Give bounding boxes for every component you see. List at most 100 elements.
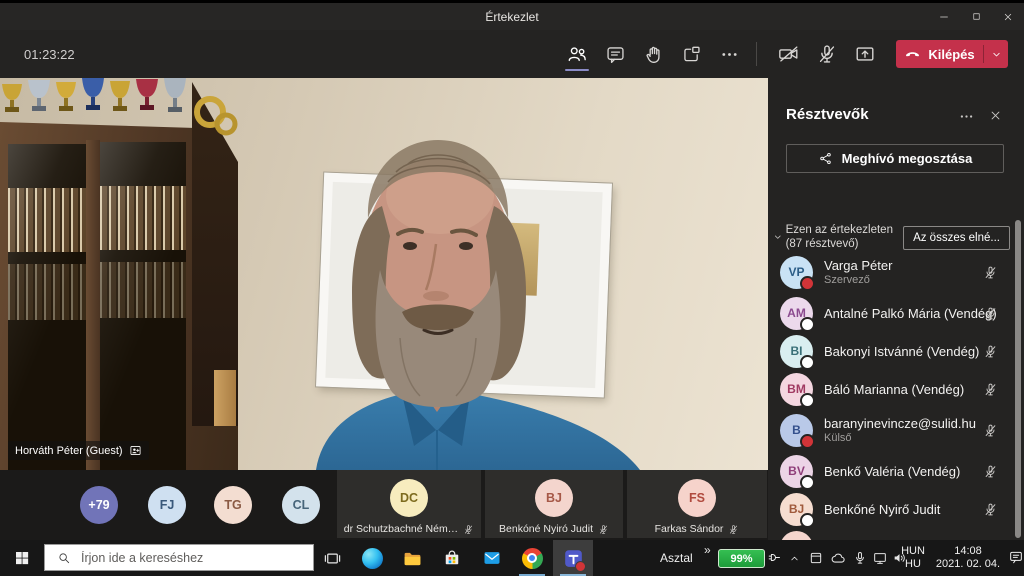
mail-icon [482,548,502,568]
clock[interactable]: 14:082021. 02. 04. [932,545,1004,571]
microphone-tray-icon[interactable] [852,550,868,566]
toolbar-device-group [770,34,884,74]
mic-off-button[interactable] [808,34,846,74]
section-row: Ezen az értekezleten (87 résztvevő) Az ö… [772,224,1010,251]
tile-name: dr Schutzbachné Ném… [344,523,458,535]
chrome-icon [522,548,543,569]
folder-icon [402,548,423,569]
close-window-button[interactable] [992,3,1024,30]
presence-dot [800,513,815,528]
raise-hand-button[interactable] [634,34,672,74]
participant-row[interactable]: VP Varga PéterSzervező [768,250,1024,294]
camera-off-button[interactable] [770,34,808,74]
onedrive-cloud-icon[interactable] [830,550,847,567]
mic-muted-icon [598,524,609,535]
speaker-name: Horváth Péter (Guest) [15,445,123,457]
video-tile[interactable]: BJ Benkóné Nyiró Judit [485,470,623,538]
participant-row[interactable]: BV Benkő Valéria (Vendég) [768,452,1024,490]
network-icon[interactable] [872,550,888,566]
panel-more-button[interactable] [958,108,975,125]
panel-close-button[interactable] [988,108,1003,123]
window-titlebar: Értekezlet [0,3,1024,30]
store-icon [442,548,462,568]
presence-busy-dot [800,276,815,291]
desktop-screen: Értekezlet 01:23:22 Kilépés [0,0,1024,576]
more-actions-button[interactable] [710,34,748,74]
hangup-icon [904,46,921,63]
action-center-icon[interactable] [1008,549,1024,565]
window-title: Értekezlet [485,10,538,24]
chrome-button[interactable] [512,540,552,576]
participant-avatar[interactable]: CL [282,486,320,524]
file-explorer-button[interactable] [392,540,432,576]
participant-row[interactable]: BM Báló Marianna (Vendég) [768,370,1024,408]
speaker-video [0,78,768,470]
participants-button[interactable] [558,34,596,74]
participant-avatar[interactable]: TG [214,486,252,524]
participant-row[interactable]: AM Antalné Palkó Mária (Vendég) [768,294,1024,332]
tile-name: Farkas Sándor [655,523,724,535]
hidden-icons-chevron[interactable] [788,552,801,565]
store-button[interactable] [432,540,472,576]
toolbar-divider [756,42,757,66]
video-tile[interactable]: FS Farkas Sándor [627,470,767,538]
avatar: BJ [535,479,573,517]
search-icon [57,551,71,565]
breakout-rooms-button[interactable] [672,34,710,74]
taskbar-search[interactable] [44,544,314,571]
participant-row[interactable]: BI Bakonyi Istvánné (Vendég) [768,332,1024,370]
avatar: FS [678,479,716,517]
presence-busy-dot [800,434,815,449]
chevron-down-icon [990,48,1003,61]
share-screen-button[interactable] [846,34,884,74]
participant-mic-muted-icon[interactable] [983,502,998,517]
participant-mic-muted-icon[interactable] [983,382,998,397]
participant-avatar[interactable]: FJ [148,486,186,524]
edge-button[interactable] [352,540,392,576]
participant-mic-muted-icon[interactable] [983,306,998,321]
mail-button[interactable] [472,540,512,576]
system-tray: Asztal » 99% HUNHU 14:082021. 02. 04. [648,540,1024,576]
leave-button[interactable]: Kilépés [896,40,1008,68]
tray-app-window-icon[interactable] [808,550,824,566]
mute-all-button[interactable]: Az összes elné... [903,226,1010,250]
participant-mic-muted-icon[interactable] [983,344,998,359]
task-view-icon [323,549,342,568]
collapse-chevron-icon[interactable] [772,231,784,243]
participant-mic-muted-icon[interactable] [983,423,998,438]
battery-indicator[interactable]: 99% [718,549,765,568]
edge-icon [362,548,383,569]
section-label: Ezen az értekezleten (87 résztvevő) [786,224,904,251]
share-icon [818,151,833,166]
maximize-button[interactable] [960,3,992,30]
start-button[interactable] [0,540,44,576]
participant-mic-muted-icon[interactable] [983,464,998,479]
windows-taskbar: Asztal » 99% HUNHU 14:082021. 02. 04. [0,540,1024,576]
participant-row[interactable]: BJ Benkőné Nyirő Judit [768,490,1024,528]
desktop-toolbar[interactable]: Asztal [660,551,693,565]
overflow-count-avatar[interactable]: +79 [80,486,118,524]
teams-button[interactable] [553,540,593,576]
participant-row[interactable]: B baranyinevincze@sulid.huKülső [768,408,1024,452]
task-view-button[interactable] [312,540,352,576]
presence-dot [800,355,815,370]
participant-row[interactable] [768,528,1024,540]
panel-scrollbar[interactable] [1015,220,1021,538]
participant-mic-muted-icon[interactable] [983,265,998,280]
language-indicator[interactable]: HUNHU [894,545,932,571]
mic-muted-icon [728,524,739,535]
participant-list: VP Varga PéterSzervező AM Antalné Palkó … [768,250,1024,540]
power-plug-icon [767,550,782,565]
minimize-button[interactable] [928,3,960,30]
participants-strip: +79 FJ TG CL DC dr Schutzbachné Ném… BJ … [0,470,770,540]
main-video-tile[interactable]: Horváth Péter (Guest) [0,78,768,470]
share-invite-button[interactable]: Meghívó megosztása [786,144,1004,173]
video-tile[interactable]: DC dr Schutzbachné Ném… [337,470,481,538]
mic-muted-icon [463,524,474,535]
meeting-timer: 01:23:22 [24,47,75,62]
leave-options-chevron[interactable] [984,48,1008,61]
toolbar-overflow-chevron[interactable]: » [704,543,711,557]
speaker-name-label: Horváth Péter (Guest) [8,441,149,460]
chat-button[interactable] [596,34,634,74]
search-input[interactable] [79,550,283,566]
